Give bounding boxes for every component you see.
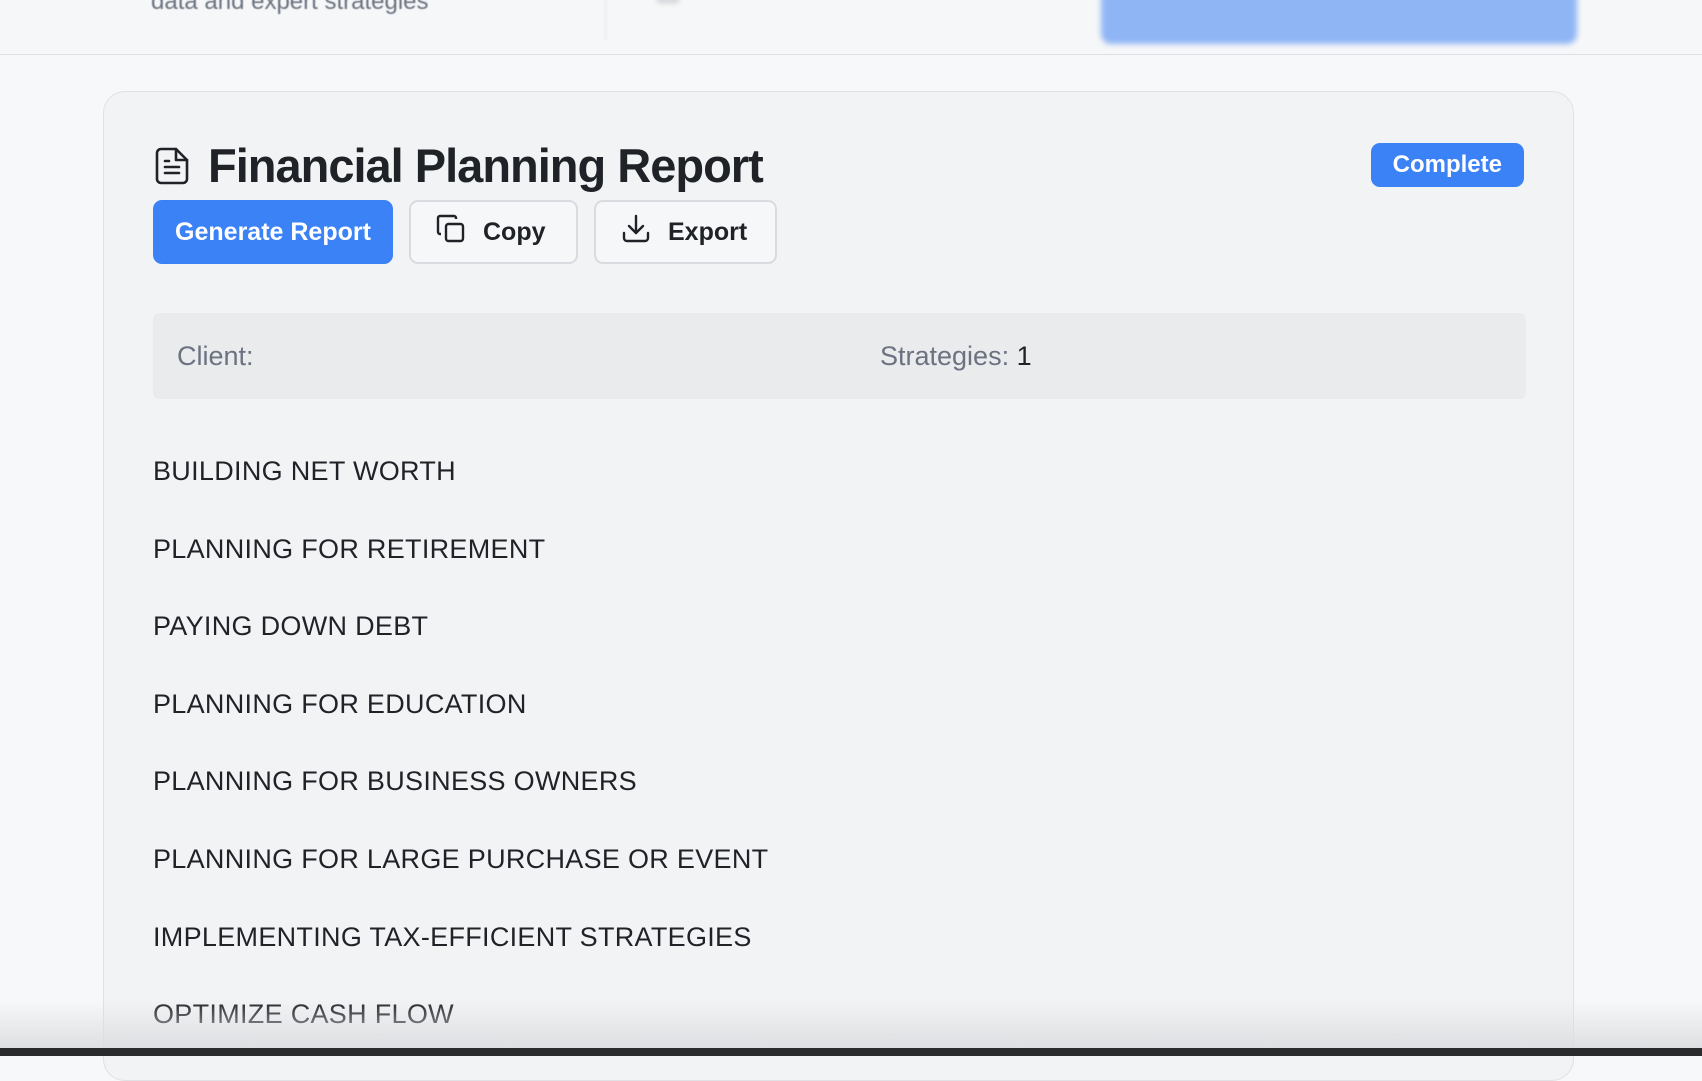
strategies-field: Strategies: 1 — [880, 313, 1032, 399]
export-button[interactable]: Export — [594, 200, 777, 264]
export-label: Export — [668, 217, 748, 246]
generate-report-button[interactable]: Generate Report — [153, 200, 393, 264]
report-title: Financial Planning Report — [208, 139, 764, 192]
top-header-strip: data and expert strategies — [0, 0, 1702, 55]
report-actions: Generate Report Copy Export — [153, 200, 777, 264]
client-label: Client: — [177, 341, 254, 371]
bottom-fade-overlay — [0, 1000, 1702, 1048]
header-subtitle: data and expert strategies — [151, 0, 429, 15]
list-item: PLANNING FOR EDUCATION — [153, 688, 527, 719]
list-item: BUILDING NET WORTH — [153, 456, 456, 486]
generate-report-label: Generate Report — [175, 217, 371, 246]
bottom-bar — [0, 1048, 1702, 1056]
copy-label: Copy — [483, 217, 546, 246]
list-item: IMPLEMENTING TAX-EFFICIENT STRATEGIES — [153, 921, 752, 952]
list-item: PLANNING FOR BUSINESS OWNERS — [153, 766, 637, 797]
list-item: PAYING DOWN DEBT — [153, 611, 429, 642]
client-field: Client: — [177, 313, 254, 399]
blurred-header-button[interactable] — [1101, 0, 1577, 44]
header-divider — [605, 0, 606, 40]
report-info-bar: Client: Strategies: 1 — [153, 313, 1526, 399]
status-badge: Complete — [1370, 143, 1524, 187]
report-sections-list: BUILDING NET WORTH PLANNING FOR RETIREME… — [153, 452, 768, 1073]
blurred-indicator — [656, 0, 680, 4]
download-icon — [620, 213, 652, 252]
list-item: PLANNING FOR LARGE PURCHASE OR EVENT — [153, 843, 769, 874]
copy-button[interactable]: Copy — [409, 200, 578, 264]
report-card: Financial Planning Report Complete Gener… — [103, 91, 1574, 1081]
strategies-count: 1 — [1016, 341, 1032, 371]
strategies-label: Strategies: — [880, 341, 1010, 371]
report-header: Financial Planning Report Complete — [153, 136, 1524, 196]
copy-icon — [435, 213, 467, 252]
list-item: PLANNING FOR RETIREMENT — [153, 533, 546, 564]
document-icon — [153, 146, 191, 186]
